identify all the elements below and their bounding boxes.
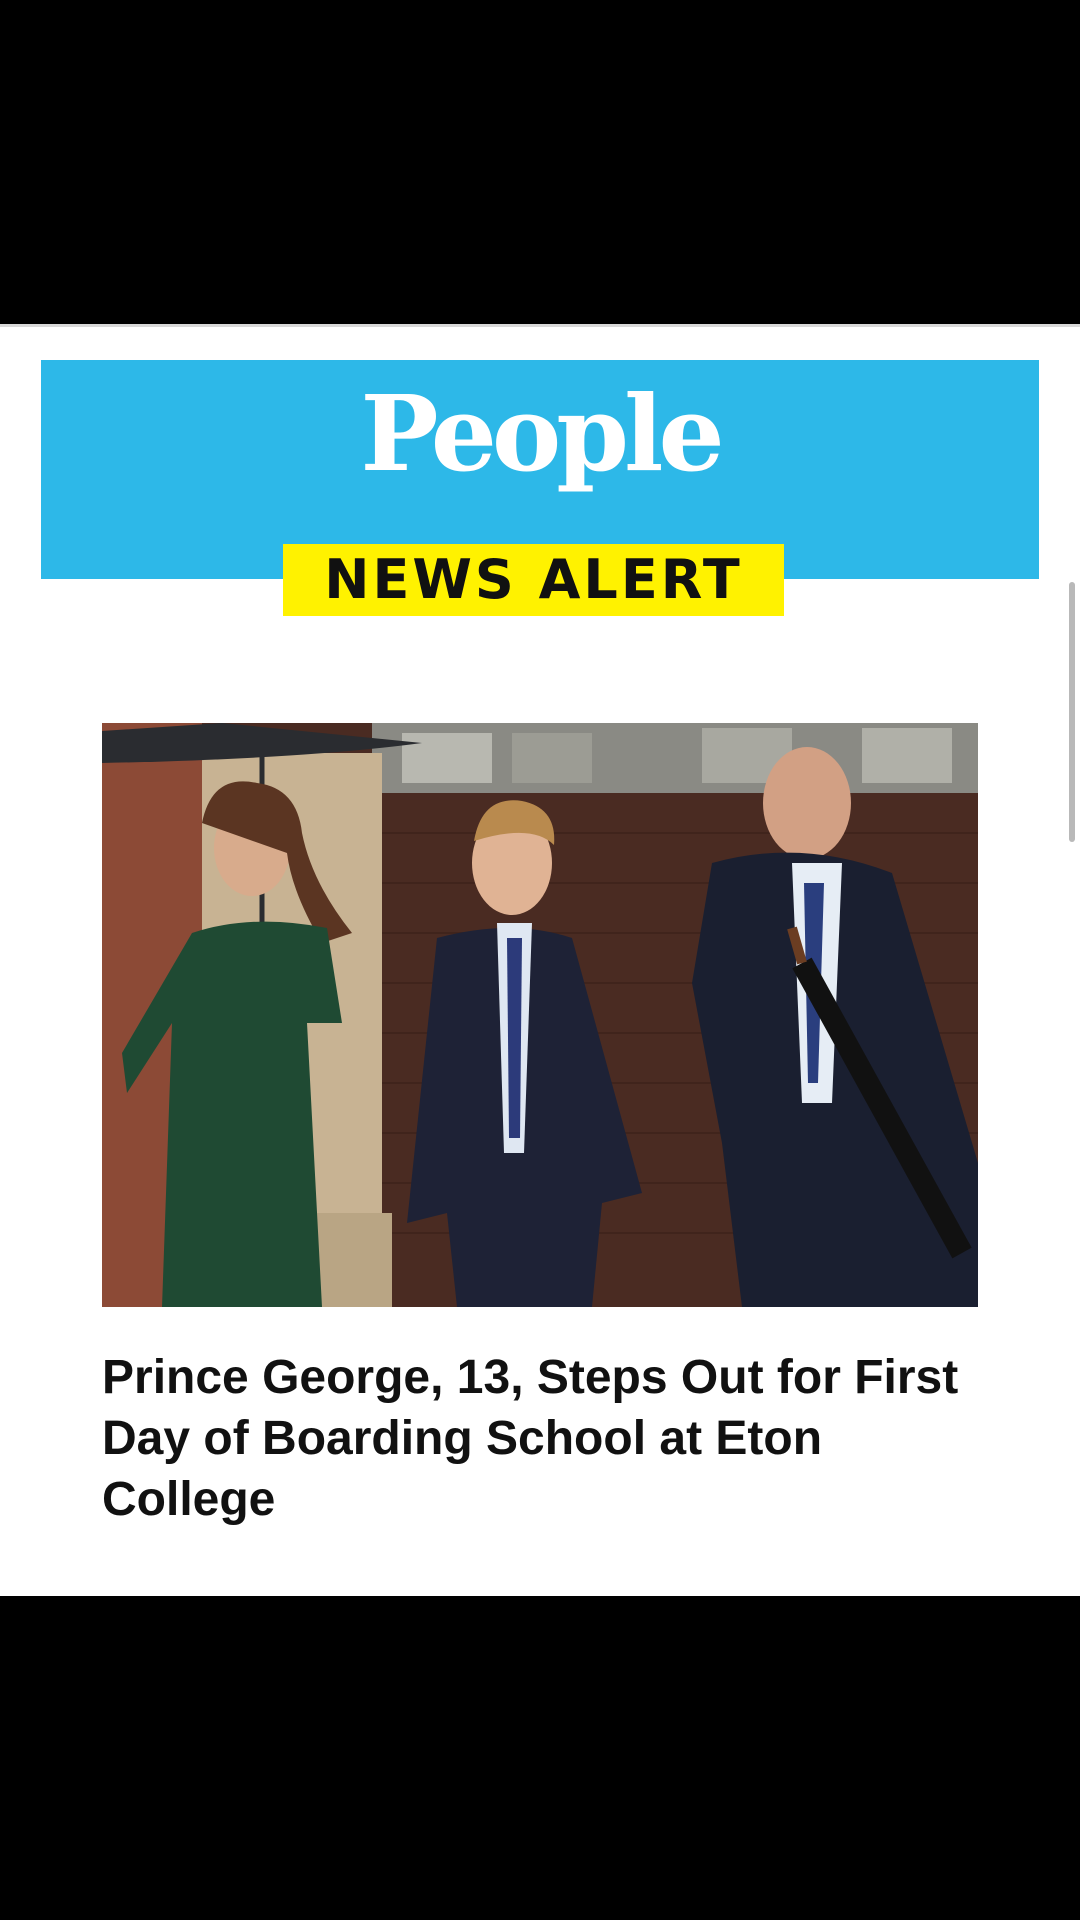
news-alert-badge: NEWS ALERT xyxy=(283,544,784,616)
bottom-letterbox xyxy=(0,1596,1080,1920)
people-logo: People xyxy=(360,372,724,495)
top-letterbox xyxy=(0,0,1080,324)
scrollbar[interactable] xyxy=(1066,582,1080,1262)
article-headline[interactable]: Prince George, 13, Steps Out for First D… xyxy=(102,1347,982,1530)
photo-illustration xyxy=(102,723,978,1307)
article-screen: People NEWS ALERT Prince George, 13, Ste… xyxy=(0,324,1080,1596)
scrollbar-thumb[interactable] xyxy=(1069,582,1075,842)
article-photo[interactable] xyxy=(102,723,978,1307)
